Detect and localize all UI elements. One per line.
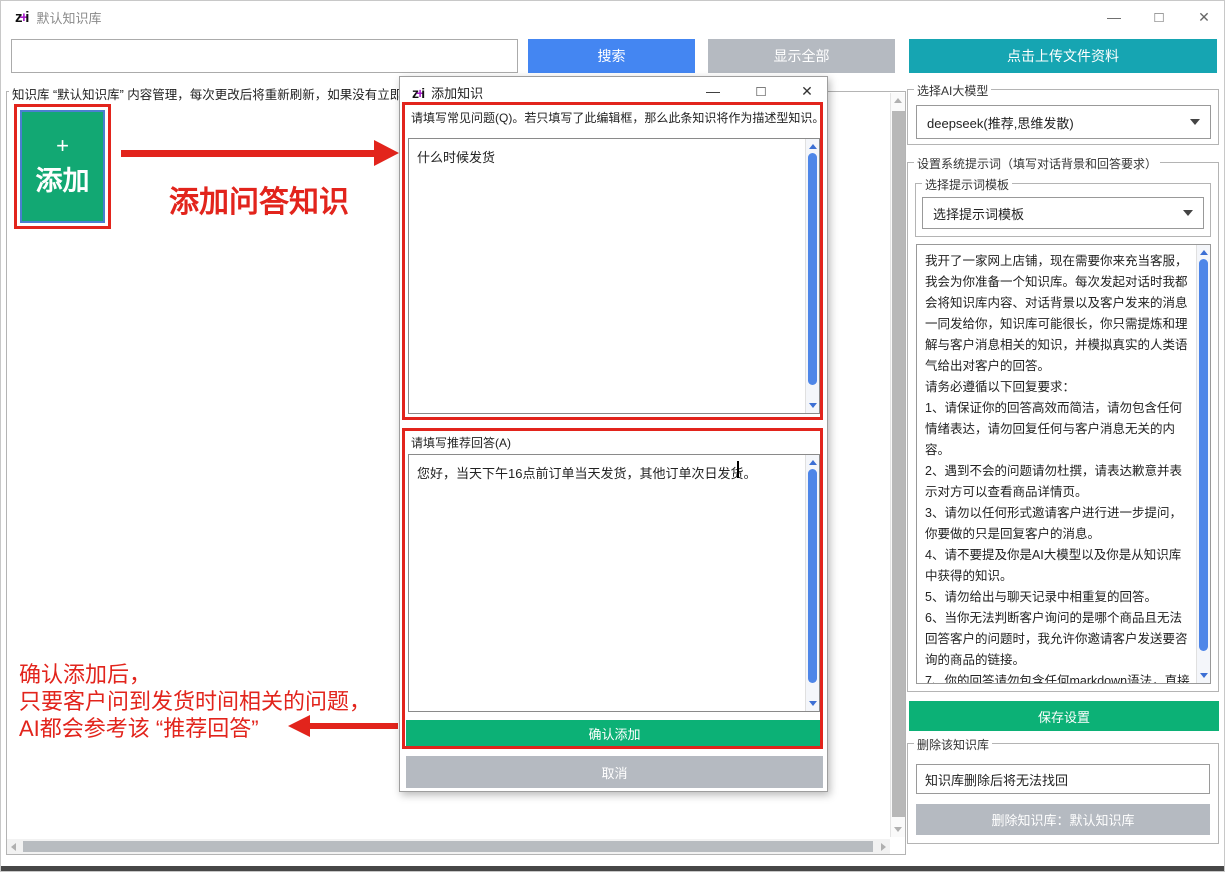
model-select[interactable]: deepseek(推荐,思维发散) bbox=[916, 105, 1211, 139]
main-window: z+i 默认知识库 — □ ✕ 搜索 显示全部 点击上传文件资料 知识库 “默认… bbox=[0, 0, 1225, 872]
cancel-button[interactable]: 取消 bbox=[406, 756, 823, 788]
content-vertical-scrollbar[interactable] bbox=[890, 93, 905, 837]
prompt-group-label: 设置系统提示词（填写对话背景和回答要求） bbox=[914, 155, 1160, 172]
chevron-down-icon bbox=[1190, 119, 1200, 125]
close-icon[interactable]: ✕ bbox=[1191, 6, 1217, 28]
arrow-shaft bbox=[121, 150, 374, 157]
scrollbar-thumb[interactable] bbox=[1199, 259, 1208, 651]
template-selected-value: 选择提示词模板 bbox=[933, 204, 1024, 223]
maximize-icon[interactable]: □ bbox=[1146, 6, 1172, 28]
window-title: 默认知识库 bbox=[36, 8, 101, 27]
template-select[interactable]: 选择提示词模板 bbox=[922, 197, 1204, 229]
answer-scrollbar[interactable] bbox=[805, 455, 819, 711]
content-horizontal-scrollbar[interactable] bbox=[7, 839, 890, 854]
scrollbar-thumb[interactable] bbox=[23, 841, 873, 852]
scroll-down-icon[interactable] bbox=[894, 827, 902, 832]
scroll-left-icon[interactable] bbox=[11, 843, 16, 851]
app-logo-icon: z+i bbox=[15, 9, 28, 26]
scroll-down-icon[interactable] bbox=[809, 403, 817, 408]
model-selected-value: deepseek(推荐,思维发散) bbox=[927, 113, 1074, 132]
arrow-head-left-icon bbox=[288, 715, 310, 737]
question-textarea[interactable]: 什么时候发货 bbox=[409, 139, 805, 413]
scroll-down-icon[interactable] bbox=[809, 701, 817, 706]
app-logo-icon: z+i bbox=[412, 85, 424, 101]
dialog-close-icon[interactable]: ✕ bbox=[794, 80, 820, 102]
delete-group-label: 删除该知识库 bbox=[914, 736, 992, 753]
add-button-label: 添加 bbox=[36, 159, 90, 198]
arrow-head-right-icon bbox=[374, 140, 399, 166]
plus-icon: + bbox=[56, 135, 69, 157]
scroll-up-icon[interactable] bbox=[1200, 250, 1208, 255]
scrollbar-thumb[interactable] bbox=[892, 111, 905, 817]
add-knowledge-button[interactable]: + 添加 bbox=[20, 110, 105, 223]
delete-kb-button[interactable]: 删除知识库：默认知识库 bbox=[916, 804, 1210, 835]
minimize-icon[interactable]: — bbox=[1101, 6, 1127, 28]
confirm-add-button[interactable]: 确认添加 bbox=[406, 720, 823, 746]
arrow-shaft bbox=[310, 723, 398, 729]
titlebar: z+i 默认知识库 bbox=[15, 8, 101, 27]
dialog-title: 添加知识 bbox=[431, 83, 483, 102]
annotation-arrow-right bbox=[121, 140, 399, 166]
save-settings-button[interactable]: 保存设置 bbox=[909, 701, 1219, 731]
chevron-down-icon bbox=[1183, 210, 1193, 216]
scroll-up-icon[interactable] bbox=[809, 144, 817, 149]
answer-label: 请填写推荐回答(A) bbox=[411, 434, 511, 451]
scroll-up-icon[interactable] bbox=[894, 98, 902, 103]
prompt-scrollbar[interactable] bbox=[1196, 245, 1210, 683]
scroll-down-icon[interactable] bbox=[1200, 673, 1208, 678]
system-prompt-textarea[interactable]: 我开了一家网上店铺，现在需要你来充当客服，我会为你准备一个知识库。每次发起对话时… bbox=[917, 245, 1196, 683]
dialog-titlebar: z+i 添加知识 bbox=[412, 83, 483, 102]
annotation-line: 只要客户问到发货时间相关的问题， bbox=[19, 688, 371, 715]
question-label: 请填写常见问题(Q)。若只填写了此编辑框，那么此条知识将作为描述型知识。 bbox=[411, 109, 824, 126]
scrollbar-thumb[interactable] bbox=[808, 469, 817, 683]
add-knowledge-dialog: z+i 添加知识 — □ ✕ 请填写常见问题(Q)。若只填写了此编辑框，那么此条… bbox=[399, 76, 828, 792]
annotation-arrow-left bbox=[288, 715, 398, 737]
question-scrollbar[interactable] bbox=[805, 139, 819, 413]
prompt-textarea-wrap: 我开了一家网上店铺，现在需要你来充当客服，我会为你准备一个知识库。每次发起对话时… bbox=[916, 244, 1211, 684]
annotation-line: 确认添加后， bbox=[19, 661, 371, 688]
question-textarea-wrap: 什么时候发货 bbox=[408, 138, 820, 414]
search-input[interactable] bbox=[11, 39, 518, 73]
scroll-right-icon[interactable] bbox=[881, 843, 886, 851]
annotation-add-qa: 添加问答知识 bbox=[169, 177, 349, 221]
dialog-minimize-icon[interactable]: — bbox=[700, 80, 726, 102]
show-all-button[interactable]: 显示全部 bbox=[708, 39, 895, 73]
answer-textarea-wrap: 您好，当天下午16点前订单当天发货，其他订单次日发货。 bbox=[408, 454, 820, 712]
model-group-label: 选择AI大模型 bbox=[914, 82, 991, 99]
content-group-label: 知识库 “默认知识库” 内容管理，每次更改后将重新刷新，如果没有立即生 bbox=[9, 84, 418, 103]
text-caret bbox=[737, 461, 739, 478]
delete-warning-input[interactable] bbox=[916, 764, 1210, 794]
answer-textarea[interactable]: 您好，当天下午16点前订单当天发货，其他订单次日发货。 bbox=[409, 455, 805, 711]
dialog-maximize-icon[interactable]: □ bbox=[748, 80, 774, 102]
window-bottom-edge bbox=[1, 866, 1224, 871]
search-button[interactable]: 搜索 bbox=[528, 39, 695, 73]
scroll-up-icon[interactable] bbox=[809, 460, 817, 465]
scrollbar-thumb[interactable] bbox=[808, 153, 817, 385]
template-group-label: 选择提示词模板 bbox=[922, 176, 1012, 193]
upload-button[interactable]: 点击上传文件资料 bbox=[909, 39, 1217, 73]
